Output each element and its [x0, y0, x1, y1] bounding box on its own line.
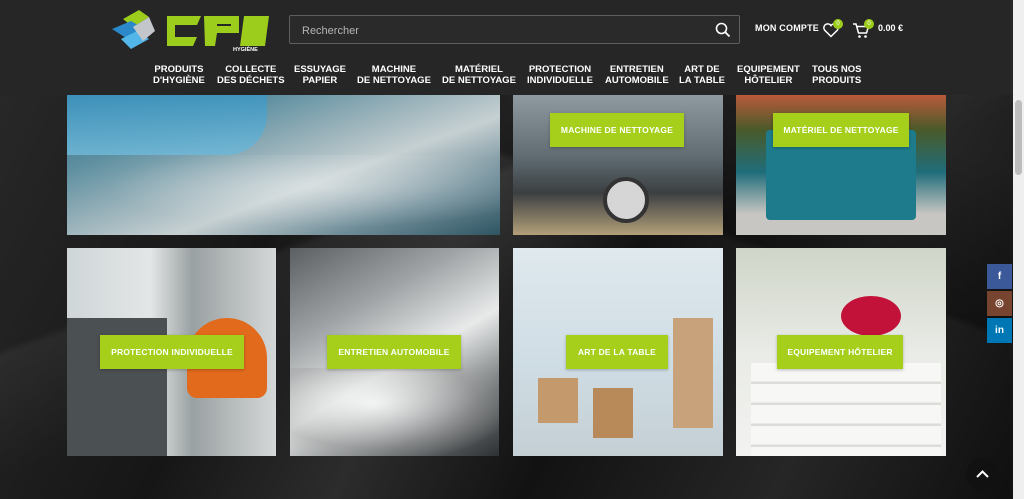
rose-image — [841, 296, 901, 336]
nav-item-machine-nettoyage[interactable]: MACHINE DE NETTOYAGE — [357, 64, 431, 86]
tile-label-materiel-nettoyage[interactable]: MATÉRIEL DE NETTOYAGE — [773, 113, 909, 147]
search-box — [289, 15, 740, 44]
category-tile-machine-nettoyage[interactable]: MACHINE DE NETTOYAGE — [513, 95, 723, 235]
nav-item-materiel-nettoyage[interactable]: MATÉRIEL DE NETTOYAGE — [442, 64, 516, 86]
search-icon[interactable] — [715, 22, 731, 38]
cpi-logo[interactable]: HYGIÈNE — [109, 7, 274, 53]
tile-label-equipement-hotelier[interactable]: EQUIPEMENT HÔTELIER — [777, 335, 903, 369]
machine-wheel-image — [603, 177, 649, 223]
foam-image — [67, 155, 500, 235]
nav-item-art-de-la-table[interactable]: ART DE LA TABLE — [679, 64, 725, 86]
account-link[interactable]: MON COMPTE — [755, 23, 819, 33]
logo-subtitle: HYGIÈNE — [233, 45, 258, 53]
page-scrollbar[interactable] — [1013, 0, 1024, 499]
paper-bag-image — [673, 318, 713, 428]
tile-label-art-de-la-table[interactable]: ART DE LA TABLE — [566, 335, 668, 369]
category-tile-produits-hygiene[interactable] — [67, 95, 500, 235]
paper-cup-image — [538, 378, 578, 423]
cart-total[interactable]: 0.00 € — [878, 23, 903, 33]
chevron-up-icon — [976, 470, 989, 478]
tile-label-machine-nettoyage[interactable]: MACHINE DE NETTOYAGE — [550, 113, 684, 147]
car-foam-image — [290, 368, 499, 456]
facebook-icon[interactable]: f — [987, 264, 1012, 289]
nav-item-tous-nos-produits[interactable]: TOUS NOS PRODUITS — [812, 64, 861, 86]
cart-count-badge: 0 — [864, 19, 874, 29]
category-tile-entretien-automobile[interactable]: ENTRETIEN AUTOMOBILE — [290, 248, 499, 456]
towels-image — [751, 363, 941, 456]
paper-cup-image-2 — [593, 388, 633, 438]
nav-item-entretien-automobile[interactable]: ENTRETIEN AUTOMOBILE — [605, 64, 669, 86]
nav-item-collecte-dechets[interactable]: COLLECTE DES DÉCHETS — [217, 64, 285, 86]
main-navigation: PRODUITS D'HYGIÈNE COLLECTE DES DÉCHETS ES… — [0, 64, 1024, 92]
tile-label-protection-individuelle[interactable]: PROTECTION INDIVIDUELLE — [100, 335, 244, 369]
category-tile-materiel-nettoyage[interactable]: MATÉRIEL DE NETTOYAGE — [736, 95, 946, 235]
site-header: HYGIÈNE MON COMPTE 0 0 0.00 € PRODUITSD'… — [0, 0, 1024, 95]
nav-item-equipement-hotelier[interactable]: EQUIPEMENT HÔTELIER — [737, 64, 800, 86]
nav-item-produits-hygiene[interactable]: PRODUITS D'HYGIÈNE — [153, 64, 205, 86]
linkedin-icon[interactable]: in — [987, 318, 1012, 343]
nav-item-essuyage-papier[interactable]: ESSUYAGE PAPIER — [294, 64, 346, 86]
nav-item-protection-individuelle[interactable]: PROTECTION INDIVIDUELLE — [527, 64, 593, 86]
scroll-to-top-button[interactable] — [966, 458, 999, 491]
category-tile-protection-individuelle[interactable]: PROTECTION INDIVIDUELLE — [67, 248, 276, 456]
scrollbar-thumb[interactable] — [1015, 100, 1022, 175]
wishlist-count-badge: 0 — [833, 19, 843, 29]
category-tile-equipement-hotelier[interactable]: EQUIPEMENT HÔTELIER — [736, 248, 946, 456]
search-input[interactable] — [300, 20, 704, 42]
cloth-image — [67, 95, 267, 155]
tile-label-entretien-automobile[interactable]: ENTRETIEN AUTOMOBILE — [327, 335, 461, 369]
category-tile-art-de-la-table[interactable]: ART DE LA TABLE — [513, 248, 723, 456]
instagram-icon[interactable]: ◎ — [987, 291, 1012, 316]
